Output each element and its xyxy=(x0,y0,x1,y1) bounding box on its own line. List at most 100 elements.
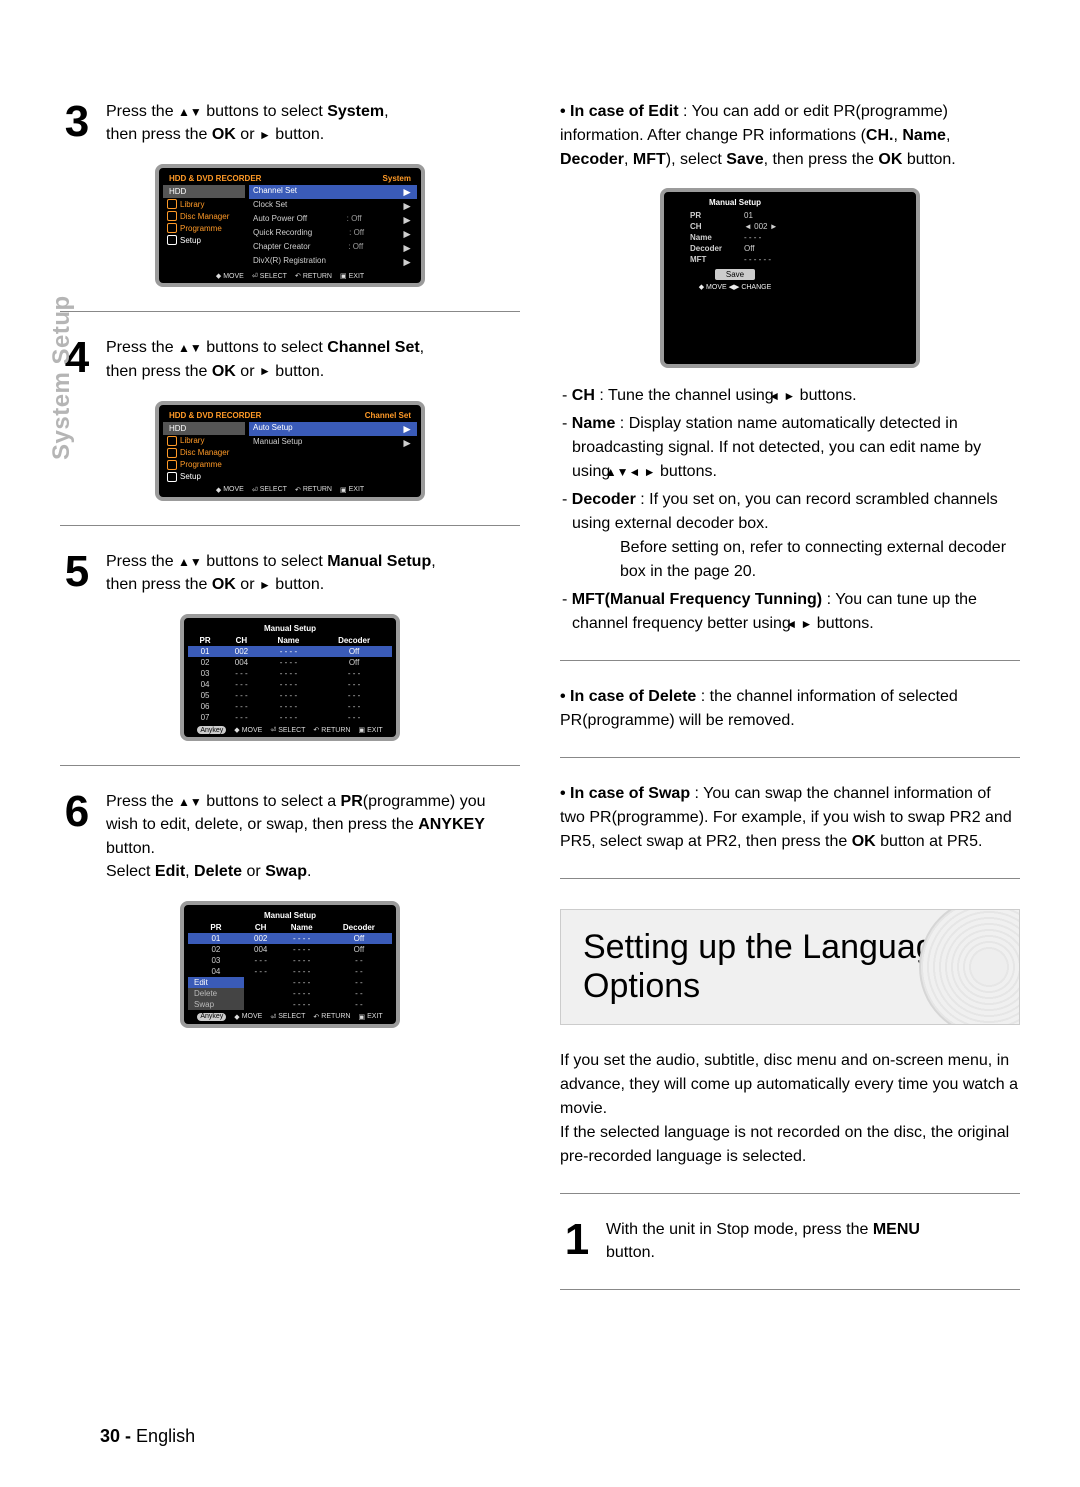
return-icon: ↶ xyxy=(295,486,301,494)
context-menu-row: Swap- - - -- - xyxy=(188,999,392,1010)
right-icon: ► xyxy=(259,579,271,591)
osd-manual-setup-context: Manual Setup PRCHNameDecoder 01002- - - … xyxy=(180,901,400,1028)
osd-title: Manual Setup xyxy=(188,622,392,635)
kv-row: CH◄ 002 ► xyxy=(670,221,800,232)
osd-row: Clock Set► xyxy=(249,199,417,213)
step-6: 6 Press the ▲▼ buttons to select a PR(pr… xyxy=(60,790,520,883)
disc-icon xyxy=(167,211,177,221)
osd-footer: ◆MOVE ⏎SELECT ↶RETURN ▣EXIT xyxy=(163,483,417,495)
text: (programme) xyxy=(363,793,455,810)
text: Press the xyxy=(106,339,178,356)
step-number: 5 xyxy=(60,550,94,596)
divider xyxy=(60,765,520,766)
swap-label: Swap xyxy=(265,863,307,880)
edit-label: Edit xyxy=(155,863,185,880)
divider xyxy=(560,1289,1020,1290)
table-row: 05- - -- - - -- - - xyxy=(188,690,392,701)
osd-edit-card: Manual Setup PR01 CH◄ 002 ► Name- - - - … xyxy=(660,188,920,368)
select-icon: ⏎ xyxy=(252,272,258,280)
text: Press the xyxy=(106,103,178,120)
text: then press the xyxy=(106,363,212,380)
osd-tab: HDD xyxy=(163,185,245,198)
section-side-tab: System Setup xyxy=(48,295,76,460)
table-row: 03- - -- - - -- - - xyxy=(188,668,392,679)
anykey-badge: Anykey xyxy=(197,1013,226,1021)
updown-icon: ▲▼ xyxy=(178,556,202,568)
step-4: 4 Press the ▲▼ buttons to select Channel… xyxy=(60,336,520,382)
updown-icon: ▲▼ xyxy=(178,342,202,354)
edit-case-bullet: • In case of Edit : You can add or edit … xyxy=(560,100,1020,172)
osd-footer: ◆ MOVE ◀▶ CHANGE xyxy=(670,283,800,291)
target-label: System xyxy=(327,103,384,120)
context-menu-row: Edit- - - -- - xyxy=(188,977,392,988)
text: then press the xyxy=(106,126,212,143)
osd-title: HDD & DVD RECORDER xyxy=(169,174,261,183)
return-icon: ↶ xyxy=(295,272,301,280)
divider xyxy=(560,1193,1020,1194)
osd-subtitle: System xyxy=(383,174,411,183)
osd-footer: Anykey ◆MOVE ⏎SELECT ↶RETURN ▣EXIT xyxy=(188,1010,392,1022)
disc-icon xyxy=(919,909,1020,1025)
language-intro: If you set the audio, subtitle, disc men… xyxy=(560,1049,1020,1169)
language-step-1: 1 With the unit in Stop mode, press the … xyxy=(560,1218,1020,1264)
delete-label: Delete xyxy=(194,863,242,880)
text: button. xyxy=(271,126,324,143)
text: or xyxy=(236,126,259,143)
updown-icon: ▲▼ xyxy=(178,796,202,808)
text: button. xyxy=(271,576,324,593)
table-row: 07- - -- - - -- - - xyxy=(188,712,392,723)
leftright-icon: ◄ ► xyxy=(795,618,812,630)
menu-label: MENU xyxy=(873,1221,920,1238)
osd-footer: ◆MOVE ⏎SELECT ↶RETURN ▣EXIT xyxy=(163,269,417,281)
text: or xyxy=(236,576,259,593)
ok-label: OK xyxy=(212,126,236,143)
programme-icon xyxy=(167,223,177,233)
osd-menu-item: Disc Manager xyxy=(163,447,245,459)
text: buttons to select a xyxy=(202,793,341,810)
osd-right-panel: Auto Setup► Manual Setup► xyxy=(245,422,417,483)
osd-row: Manual Setup► xyxy=(249,436,417,450)
osd-table: PRCHNameDecoder 01002- - - -Off 02004- -… xyxy=(188,635,392,723)
text: Select xyxy=(106,863,155,880)
osd-selected-row: Auto Setup► xyxy=(249,422,417,436)
osd-footer: Anykey ◆MOVE ⏎SELECT ↶RETURN ▣EXIT xyxy=(188,723,392,735)
table-row: 06- - -- - - -- - - xyxy=(188,701,392,712)
right-icon: ► xyxy=(401,423,413,435)
table-row: 02004- - - -Off xyxy=(188,944,392,955)
disc-icon xyxy=(167,448,177,458)
leftright-icon: ◄ ► xyxy=(778,390,795,402)
text: or xyxy=(236,363,259,380)
osd-row: Quick Recording: Off► xyxy=(249,227,417,241)
osd-table: PRCHNameDecoder 01002- - - -Off 02004- -… xyxy=(188,922,392,1010)
delete-case-bullet: • In case of Delete : the channel inform… xyxy=(560,685,1020,733)
table-row: 02004- - - -Off xyxy=(188,657,392,668)
table-row: 04- - -- - - -- - - xyxy=(188,679,392,690)
osd-row: Chapter Creator: Off► xyxy=(249,241,417,255)
right-icon: ► xyxy=(401,186,413,198)
step-3: 3 Press the ▲▼ buttons to select System,… xyxy=(60,100,520,146)
osd-menu-item: Programme xyxy=(163,459,245,471)
swap-case-bullet: • In case of Swap : You can swap the cha… xyxy=(560,782,1020,854)
updown-icon: ▲▼ xyxy=(178,106,202,118)
text: , xyxy=(384,103,388,120)
target-label: Manual Setup xyxy=(327,553,431,570)
table-row: 04- - -- - - -- - xyxy=(188,966,392,977)
right-column: • In case of Edit : You can add or edit … xyxy=(560,100,1020,1314)
text: buttons to select xyxy=(202,103,327,120)
kv-row: PR01 xyxy=(670,210,800,221)
osd-menu-item: Library xyxy=(163,198,245,210)
table-row: 03- - -- - - -- - xyxy=(188,955,392,966)
kv-row: Name- - - - xyxy=(670,232,800,243)
updown-icon: ◆ xyxy=(216,486,221,494)
right-icon: ► xyxy=(259,365,271,377)
osd-menu-item-active: Setup xyxy=(163,234,245,246)
section-header-language-options: Setting up the Language Options xyxy=(560,909,1020,1025)
osd-system-screen: HDD & DVD RECORDER System HDD Library Di… xyxy=(155,164,425,287)
step-number: 1 xyxy=(560,1218,594,1264)
anykey-badge: Anykey xyxy=(197,726,226,734)
osd-selected-row: Channel Set► xyxy=(249,185,417,199)
text: Press the xyxy=(106,793,178,810)
definitions-block: - CH : Tune the channel using ◄ ► button… xyxy=(560,384,1020,636)
text: button. xyxy=(606,1244,655,1261)
text: Press the xyxy=(106,553,178,570)
